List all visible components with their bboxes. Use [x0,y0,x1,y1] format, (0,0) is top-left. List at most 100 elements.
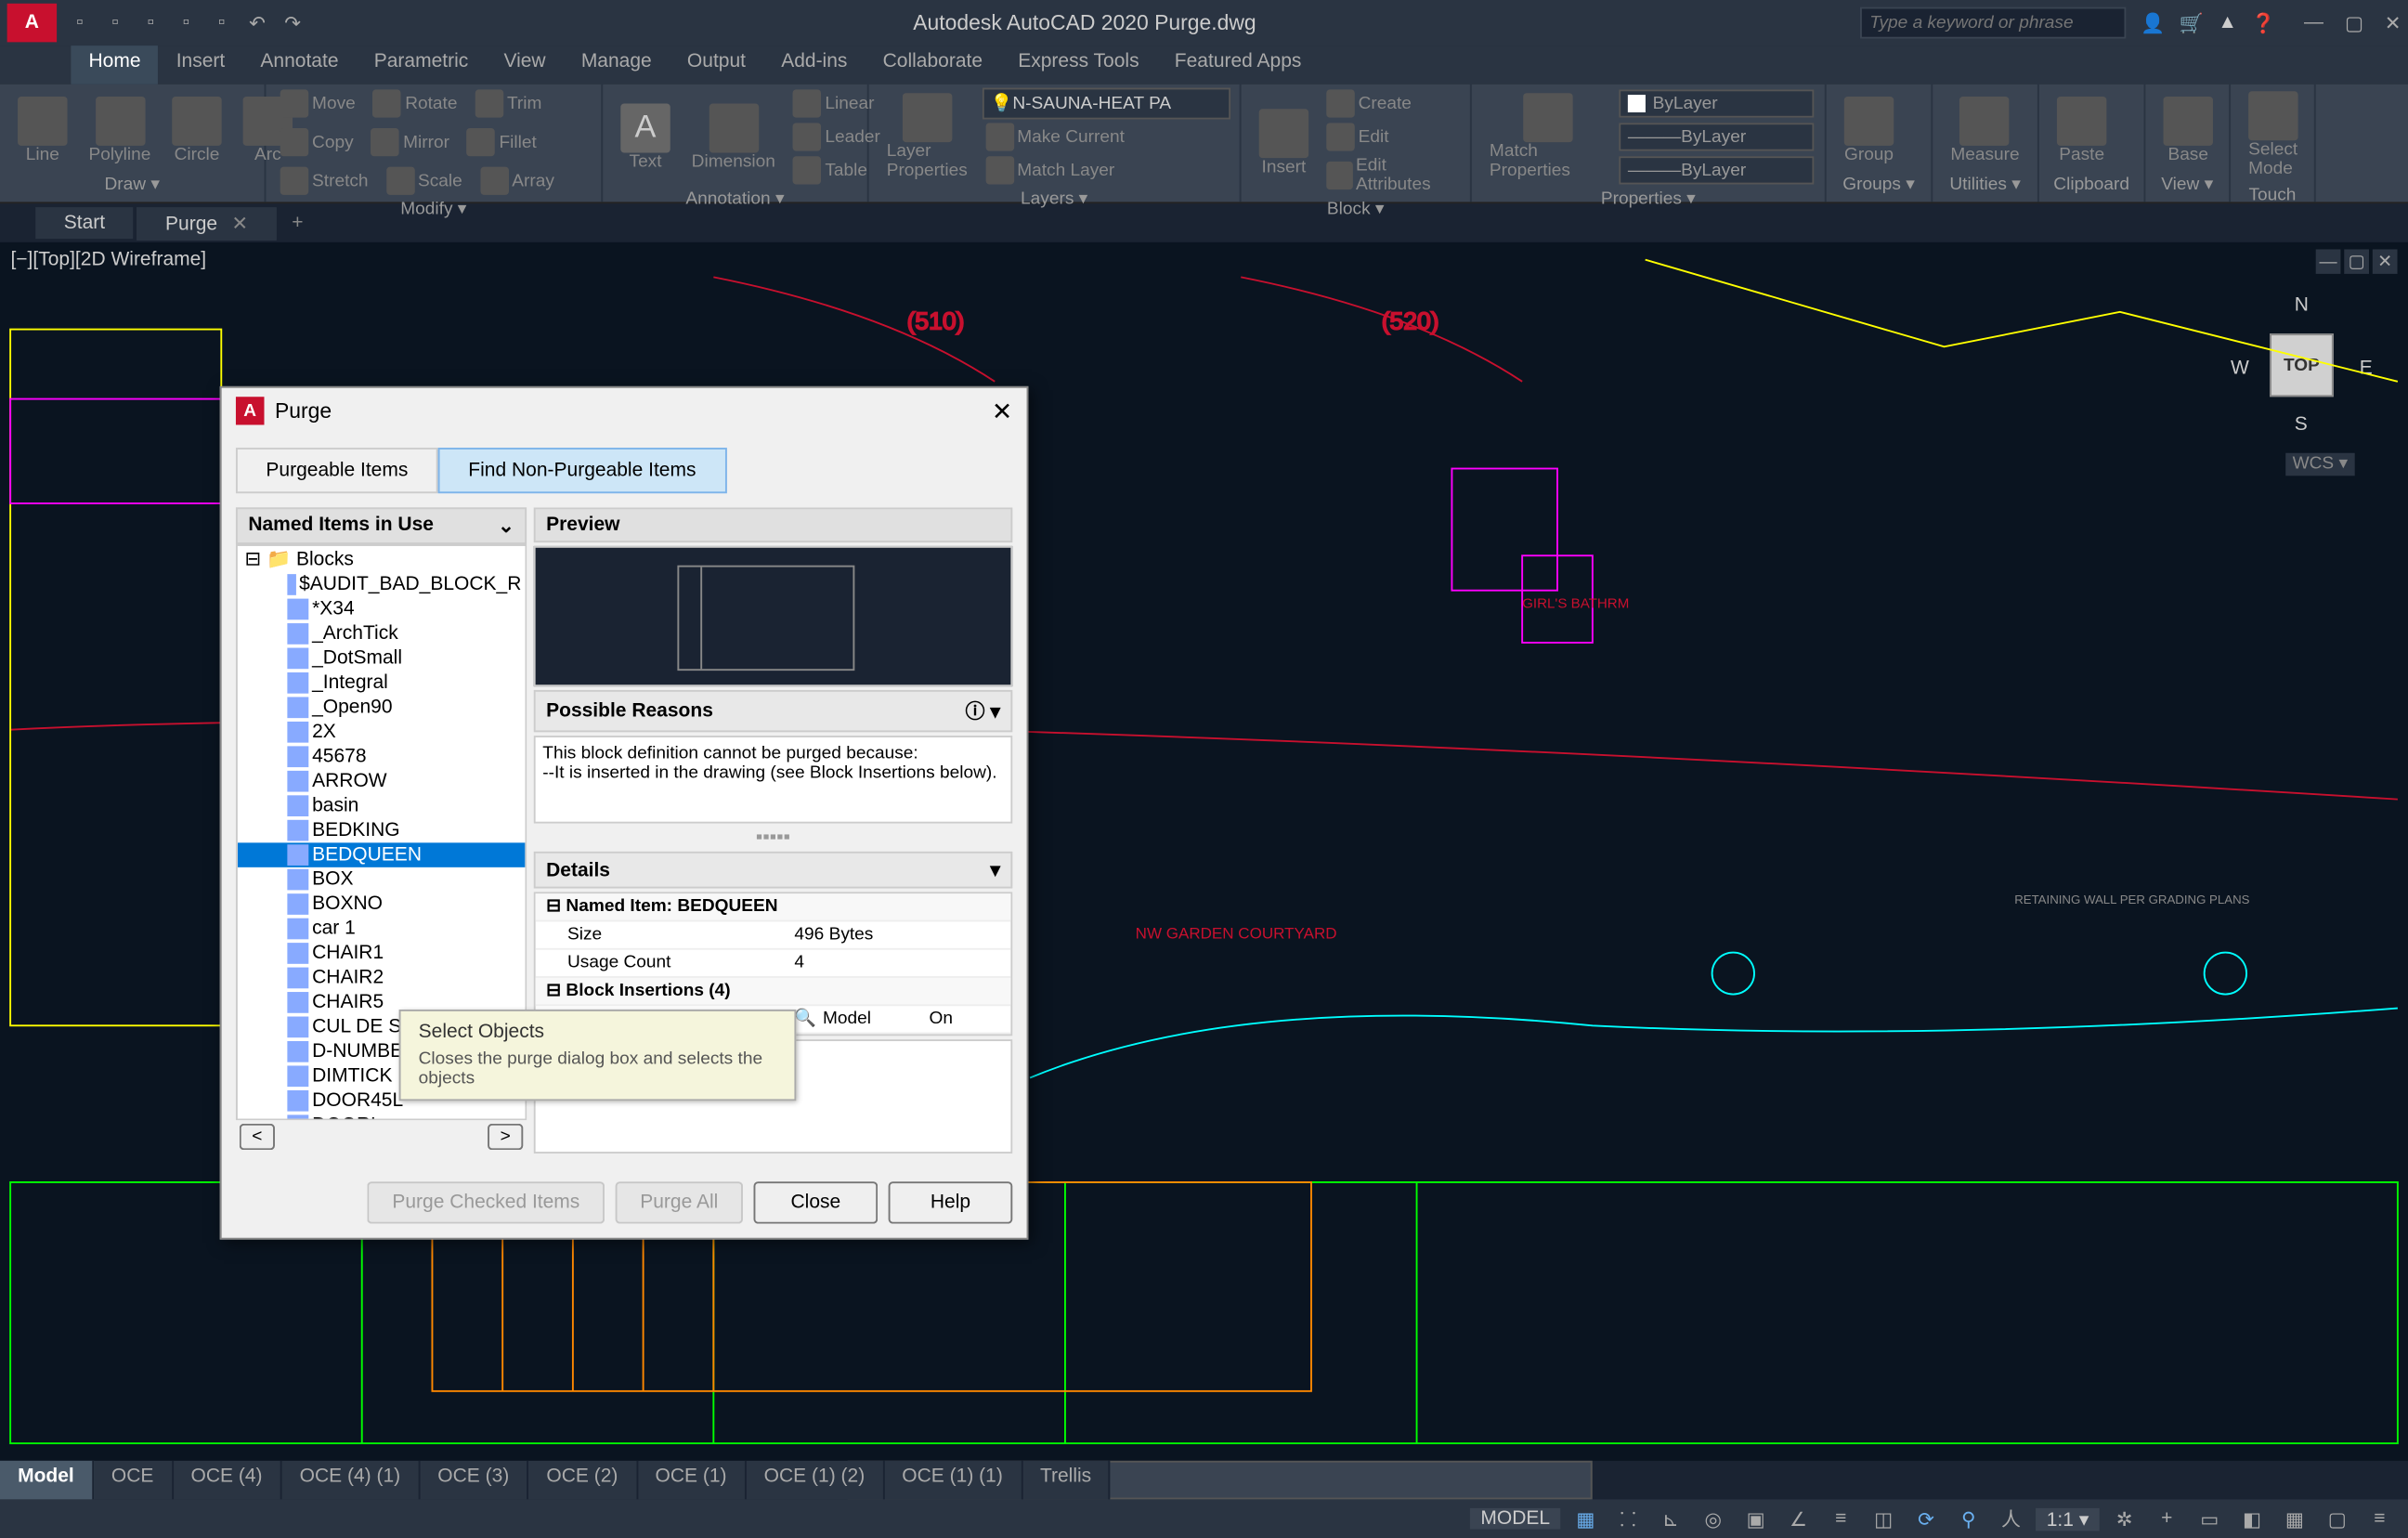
autodesk-icon[interactable]: ▲ [2218,12,2237,33]
tree-prev-button[interactable]: < [240,1124,275,1150]
tree-item[interactable]: _Integral [238,671,525,695]
polar-icon[interactable]: ◎ [1696,1503,1731,1534]
ribbon-tab-annotate[interactable]: Annotate [242,46,356,85]
layout-tab[interactable]: OCE (4) [173,1461,281,1500]
edit-button[interactable]: Edit [1322,121,1459,152]
app-logo[interactable]: A [7,4,57,43]
ribbon-tab-add-ins[interactable]: Add-ins [763,46,865,85]
tree-item[interactable]: ARROW [238,769,525,793]
tree-item[interactable]: $AUDIT_BAD_BLOCK_R [238,572,525,596]
qat-new-icon[interactable]: ▫ [64,7,96,39]
reasons-header[interactable]: Possible Reasonsⓘ ▾ [534,690,1013,732]
help-button[interactable]: Help [889,1181,1013,1223]
file-tab-add-button[interactable]: + [280,213,315,234]
tab-non-purgeable[interactable]: Find Non-Purgeable Items [438,448,726,493]
close-button[interactable]: ✕ [2385,11,2401,34]
status-model[interactable]: MODEL [1470,1508,1561,1530]
isolate-icon[interactable]: ◧ [2234,1503,2270,1534]
dimension-button[interactable]: Dimension [684,99,782,175]
tree-item[interactable]: 2X [238,720,525,744]
annotation-scale-icon[interactable]: ⚲ [1951,1503,1986,1534]
edit-attributes-button[interactable]: Edit Attributes [1322,154,1459,196]
group-button[interactable]: Group [1837,92,1901,167]
paste-button[interactable]: Paste [2050,92,2114,167]
ribbon-tab-express-tools[interactable]: Express Tools [1000,46,1157,85]
layout-tab[interactable]: OCE (2) [528,1461,637,1500]
tree-item[interactable]: BEDKING [238,818,525,842]
ribbon-tab-parametric[interactable]: Parametric [357,46,487,85]
layout-tab[interactable]: Trellis [1022,1461,1111,1500]
circle-button[interactable]: Circle [165,92,229,167]
insert-button[interactable]: Insert [1252,104,1316,179]
stretch-button[interactable]: Stretch [277,165,372,197]
ribbon-tab-home[interactable]: Home [71,46,158,85]
select-mode-button[interactable]: Select Mode [2242,88,2306,183]
qat-open-icon[interactable]: ▫ [99,7,131,39]
otrack-icon[interactable]: ∠ [1780,1503,1816,1534]
info-icon[interactable]: ⓘ ▾ [966,697,1000,724]
tree-item[interactable]: _ArchTick [238,621,525,645]
array-button[interactable]: Array [476,165,558,197]
property-combo-1[interactable]: ———ByLayer [1619,123,1814,150]
layout-tab[interactable]: OCE [94,1461,174,1500]
layout-tab[interactable]: OCE (1) (2) [747,1461,885,1500]
monitor-icon[interactable]: ▭ [2192,1503,2227,1534]
ribbon-tab-featured-apps[interactable]: Featured Apps [1157,46,1320,85]
make-current-button[interactable]: Make Current [982,121,1230,152]
qat-save-icon[interactable]: ▫ [135,7,166,39]
trim-button[interactable]: Trim [472,88,545,120]
match-layer-button[interactable]: Match Layer [982,154,1230,186]
file-tab-close-icon[interactable]: ✕ [231,214,248,235]
tree-item[interactable]: BEDQUEEN [238,842,525,867]
status-scale[interactable]: 1:1 ▾ [2036,1507,2100,1531]
transparency-icon[interactable]: ◫ [1866,1503,1901,1534]
ribbon-tab-manage[interactable]: Manage [564,46,670,85]
layer-properties-button[interactable]: Layer Properties [879,89,974,184]
gear-icon[interactable]: ✲ [2106,1503,2141,1534]
osnap-icon[interactable]: ▣ [1738,1503,1773,1534]
tree-item[interactable]: _DotSmall [238,646,525,671]
measure-button[interactable]: Measure [1944,92,2027,167]
ribbon-tab-insert[interactable]: Insert [159,46,243,85]
layer-combo[interactable]: 💡 N-SAUNA-HEAT PA [982,88,1230,120]
details-header[interactable]: Details▾ [534,852,1013,889]
dialog-titlebar[interactable]: A Purge ✕ [222,388,1027,434]
tree-next-button[interactable]: > [488,1124,523,1150]
tree-item[interactable]: basin [238,793,525,817]
tree-header[interactable]: Named Items in Use⌄ [236,507,527,544]
property-combo-0[interactable]: ByLayer [1619,89,1814,117]
workspace-icon[interactable]: 人 [1993,1503,2028,1534]
ribbon-tab-collaborate[interactable]: Collaborate [866,46,1001,85]
tree-root[interactable]: ⊟ 📁 Blocks [238,546,525,572]
layout-tab[interactable]: OCE (1) [637,1461,746,1500]
customize-icon[interactable]: ≡ [2362,1503,2397,1534]
layout-tab[interactable]: Model [0,1461,94,1500]
text-button[interactable]: AText [614,99,678,175]
cart-icon[interactable]: 🛒 [2180,11,2204,34]
collapse-icon[interactable]: ⌄ [498,515,514,538]
hardware-icon[interactable]: ▦ [2277,1503,2312,1534]
tree-item[interactable]: 45678 [238,745,525,769]
line-button[interactable]: Line [10,92,74,167]
ortho-icon[interactable]: ⊾ [1653,1503,1688,1534]
copy-button[interactable]: Copy [277,126,358,158]
help-icon[interactable]: ❓ [2251,11,2275,34]
property-combo-2[interactable]: ———ByLayer [1619,156,1814,184]
close-button[interactable]: Close [754,1181,879,1223]
signin-icon[interactable]: 👤 [2141,11,2165,34]
match-properties-button[interactable]: Match Properties [1482,89,1611,184]
layout-tab[interactable]: OCE (4) (1) [282,1461,421,1500]
tree-item[interactable]: DOORL [238,1114,525,1121]
layout-tab[interactable]: OCE (1) (1) [884,1461,1022,1500]
create-button[interactable]: Create [1322,88,1459,120]
ribbon-tab-output[interactable]: Output [670,46,763,85]
fillet-button[interactable]: Fillet [463,126,540,158]
tree-item[interactable]: CHAIR2 [238,966,525,990]
mirror-button[interactable]: Mirror [368,126,453,158]
tree-item[interactable]: BOX [238,867,525,892]
dialog-close-icon[interactable]: ✕ [992,396,1012,425]
tree-item[interactable]: *X34 [238,597,525,621]
maximize-button[interactable]: ▢ [2345,11,2363,34]
tree-item[interactable]: _Open90 [238,696,525,720]
polyline-button[interactable]: Polyline [82,92,158,167]
